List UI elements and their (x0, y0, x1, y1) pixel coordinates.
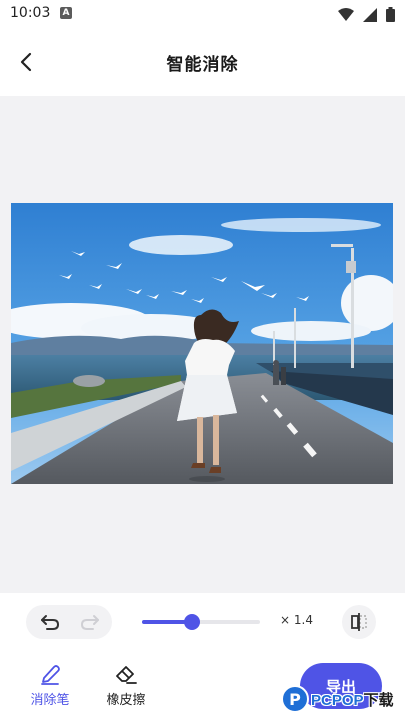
redo-icon (80, 615, 99, 630)
edit-toolbar: × 1.4 (0, 593, 405, 651)
tab-erase-pen[interactable]: 消除笔 (20, 663, 80, 708)
header: 智能消除 (0, 28, 405, 96)
edited-photo[interactable] (11, 203, 393, 484)
zoom-level: × 1.4 (280, 613, 313, 627)
undo-button[interactable] (38, 610, 62, 634)
status-time: 10:03 (10, 5, 51, 21)
tab-label: 橡皮擦 (106, 693, 146, 708)
wifi-icon (337, 7, 354, 26)
tab-label: 消除笔 (30, 693, 70, 708)
eraser-icon (116, 666, 137, 684)
watermark: P PCPOP下载 (281, 684, 394, 714)
watermark-latin: PCPOP (311, 691, 364, 709)
compare-button[interactable] (342, 605, 376, 639)
status-icons (334, 6, 395, 26)
watermark-cn: 下载 (363, 691, 394, 709)
undo-redo-group (26, 605, 112, 639)
pen-icon (41, 665, 60, 685)
battery-icon (386, 7, 395, 26)
watermark-text: PCPOP下载 (311, 689, 394, 710)
slider-thumb[interactable] (183, 614, 200, 630)
redo-button[interactable] (78, 610, 102, 634)
compare-icon (351, 613, 367, 631)
tab-eraser[interactable]: 橡皮擦 (96, 663, 156, 708)
signal-icon (362, 7, 377, 26)
editing-canvas[interactable] (0, 96, 405, 593)
brush-size-slider[interactable] (142, 613, 260, 631)
status-bar: 10:03 A (0, 0, 405, 28)
notification-icon: A (60, 7, 72, 19)
undo-icon (41, 615, 60, 630)
watermark-logo: P (281, 685, 309, 713)
page-title: 智能消除 (166, 55, 239, 75)
